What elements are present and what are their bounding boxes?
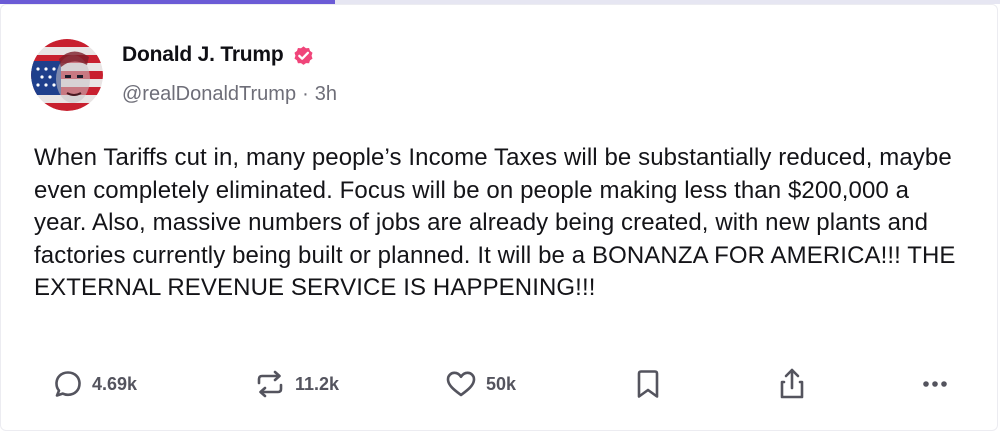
post-timestamp[interactable]: 3h: [315, 83, 337, 106]
meta-separator: ·: [302, 83, 309, 105]
post-page: Donald J. Trump @realDonaldTrump · 3h Wh…: [0, 0, 1000, 433]
author-name-row: Donald J. Trump: [122, 43, 315, 67]
reply-count: 4.69k: [92, 373, 138, 394]
share-icon: [780, 368, 804, 399]
repost-icon: [257, 370, 283, 398]
verified-badge-icon: [294, 45, 313, 65]
repost-button[interactable]: 11.2k: [253, 362, 339, 406]
reply-icon: [55, 371, 81, 397]
more-icon: [923, 381, 947, 387]
repost-count: 11.2k: [295, 373, 340, 394]
bookmark-icon: [637, 370, 659, 398]
post-action-bar: 4.69k 11.2k 50k: [0, 362, 1000, 406]
bookmark-button[interactable]: [633, 362, 663, 406]
more-options-button[interactable]: [918, 362, 952, 406]
author-display-name[interactable]: Donald J. Trump: [122, 43, 284, 67]
post-body-text: When Tariffs cut in, many people’s Incom…: [34, 144, 956, 301]
author-meta-row: @realDonaldTrump · 3h: [122, 83, 337, 106]
like-count: 50k: [486, 373, 517, 394]
author-handle[interactable]: @realDonaldTrump: [122, 83, 296, 106]
share-button[interactable]: [776, 362, 808, 406]
like-button[interactable]: 50k: [444, 362, 516, 406]
heart-icon: [446, 371, 476, 397]
reply-button[interactable]: 4.69k: [52, 362, 137, 406]
avatar-flag-portrait-icon: [31, 39, 103, 111]
avatar[interactable]: [31, 39, 103, 111]
